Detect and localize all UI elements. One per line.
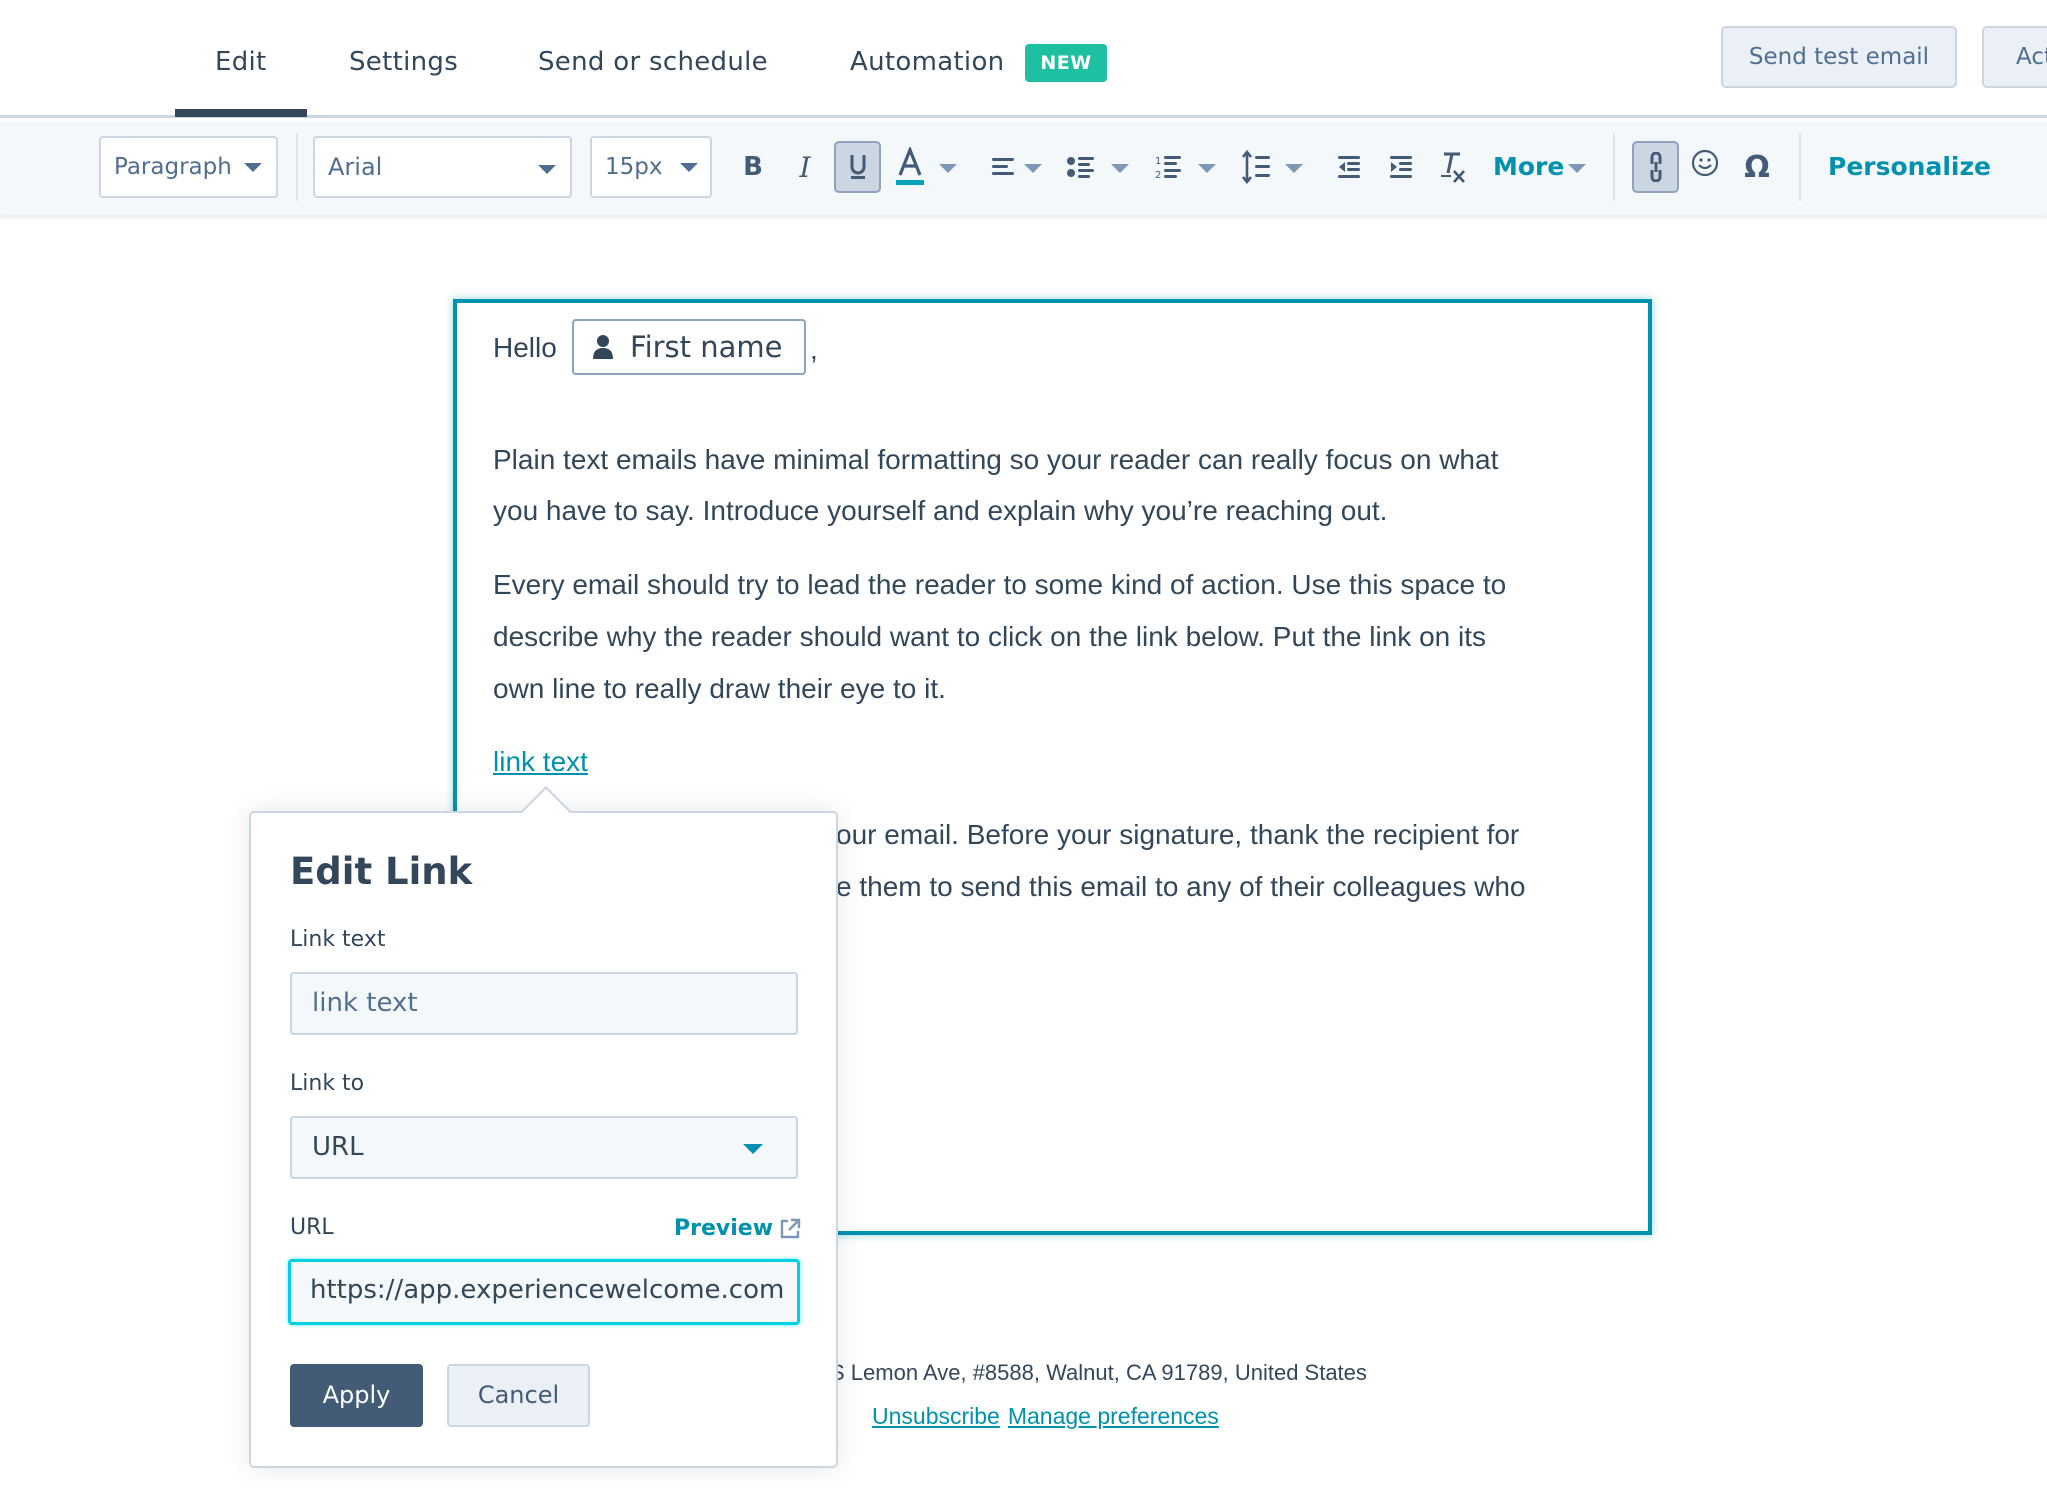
chevron-down-icon	[538, 165, 556, 174]
align-left-icon	[992, 158, 1014, 175]
send-test-email-button[interactable]: Send test email	[1721, 26, 1957, 88]
tab-send-or-schedule[interactable]: Send or schedule	[538, 40, 768, 84]
body-text-line: our email. Before your signature, thank …	[836, 819, 1520, 850]
insert-link-button[interactable]	[1632, 141, 1679, 193]
indent-button[interactable]	[1387, 141, 1415, 193]
link-text-input[interactable]: link text	[290, 972, 798, 1035]
font-family-select[interactable]: Arial	[313, 136, 572, 198]
underline-button[interactable]	[834, 141, 881, 193]
cancel-button[interactable]: Cancel	[447, 1364, 590, 1427]
clear-formatting-icon	[1441, 152, 1465, 183]
rich-text-toolbar: Paragraph Arial 15px B I 12 More Ω Perso…	[0, 121, 2047, 215]
body-text-line: you have to say. Introduce yourself and …	[493, 495, 1388, 526]
indent-icon	[1390, 156, 1412, 178]
url-label: URL	[290, 1215, 334, 1240]
external-link-icon	[780, 1218, 801, 1238]
body-text-line: Every email should try to lead the reade…	[493, 569, 1507, 600]
tab-automation[interactable]: Automation	[850, 40, 1004, 84]
toolbar-divider	[296, 133, 298, 201]
omega-icon: Ω	[1744, 149, 1770, 185]
bulleted-list-button[interactable]	[1066, 141, 1096, 193]
body-text-line: own line to really draw their eye to it.	[493, 673, 946, 704]
align-button[interactable]	[990, 141, 1016, 193]
link-to-value: URL	[312, 1132, 364, 1162]
align-caret-icon[interactable]	[1024, 164, 1042, 173]
token-label: First name	[630, 330, 783, 364]
numbered-list-caret-icon[interactable]	[1198, 164, 1216, 173]
special-character-button[interactable]: Ω	[1742, 141, 1772, 193]
preview-label: Preview	[674, 1216, 774, 1241]
bulleted-list-icon	[1067, 157, 1094, 178]
link-text-label: Link text	[290, 927, 386, 952]
contact-person-icon	[593, 335, 613, 359]
body-text-line: Plain text emails have minimal formattin…	[493, 444, 1499, 475]
unsubscribe-link[interactable]: Unsubscribe	[872, 1403, 1000, 1429]
greeting-text: Hello	[493, 332, 557, 363]
footer-address: S Lemon Ave, #8588, Walnut, CA 91789, Un…	[830, 1360, 1367, 1385]
apply-button[interactable]: Apply	[290, 1364, 423, 1427]
more-caret-icon[interactable]	[1568, 164, 1586, 173]
italic-icon: I	[799, 150, 811, 184]
tab-settings[interactable]: Settings	[349, 40, 458, 84]
font-size-select[interactable]: 15px	[590, 136, 712, 198]
italic-button[interactable]: I	[790, 141, 820, 193]
toolbar-divider	[1613, 133, 1615, 201]
text-color-icon	[896, 147, 924, 185]
chevron-down-icon	[743, 1144, 763, 1154]
body-text-line: e them to send this email to any of thei…	[836, 871, 1526, 902]
preview-link[interactable]: Preview	[674, 1216, 801, 1241]
first-name-token[interactable]: First name	[572, 319, 806, 375]
editor-header: Edit Settings Send or schedule Automatio…	[0, 0, 2047, 118]
tab-edit[interactable]: Edit	[175, 40, 306, 117]
svg-text:1: 1	[1155, 156, 1161, 167]
new-badge: NEW	[1025, 44, 1107, 82]
chevron-down-icon	[680, 163, 698, 172]
greeting-comma: ,	[810, 334, 818, 365]
line-height-icon	[1241, 150, 1270, 184]
more-menu-button[interactable]: More	[1493, 141, 1564, 193]
manage-preferences-link[interactable]: Manage preferences	[1008, 1403, 1219, 1429]
font-size-value: 15px	[605, 154, 663, 180]
text-color-caret-icon[interactable]	[939, 164, 957, 173]
popover-title: Edit Link	[290, 850, 473, 893]
emoji-icon	[1691, 149, 1719, 177]
emoji-button[interactable]	[1690, 137, 1720, 189]
text-color-button[interactable]	[893, 141, 927, 193]
personalize-button[interactable]: Personalize	[1828, 141, 1991, 193]
clear-formatting-button[interactable]	[1438, 141, 1468, 193]
line-height-button[interactable]	[1240, 141, 1272, 193]
line-height-caret-icon[interactable]	[1285, 164, 1303, 173]
bold-icon: B	[743, 152, 763, 182]
footer-links: Unsubscribe Manage preferences	[872, 1403, 1227, 1430]
toolbar-divider	[1799, 133, 1801, 201]
link-to-select[interactable]: URL	[290, 1116, 798, 1179]
chevron-down-icon	[244, 163, 262, 172]
email-link[interactable]: link text	[493, 742, 588, 782]
block-style-value: Paragraph	[114, 154, 232, 180]
outdent-button[interactable]	[1335, 141, 1363, 193]
font-family-value: Arial	[328, 153, 383, 181]
numbered-list-button[interactable]: 12	[1153, 141, 1183, 193]
bulleted-list-caret-icon[interactable]	[1111, 164, 1129, 173]
underline-icon	[850, 155, 865, 179]
url-input[interactable]: https://app.experiencewelcome.com	[288, 1259, 800, 1325]
actions-button[interactable]: Act	[1982, 26, 2047, 88]
popover-arrow-fill	[521, 789, 571, 814]
link-to-label: Link to	[290, 1071, 365, 1096]
block-style-select[interactable]: Paragraph	[99, 136, 278, 198]
svg-text:2: 2	[1155, 170, 1161, 180]
numbered-list-icon: 12	[1155, 156, 1181, 180]
bold-button[interactable]: B	[738, 141, 768, 193]
outdent-icon	[1338, 156, 1360, 178]
body-text-line: describe why the reader should want to c…	[493, 621, 1486, 652]
link-icon	[1650, 152, 1661, 182]
